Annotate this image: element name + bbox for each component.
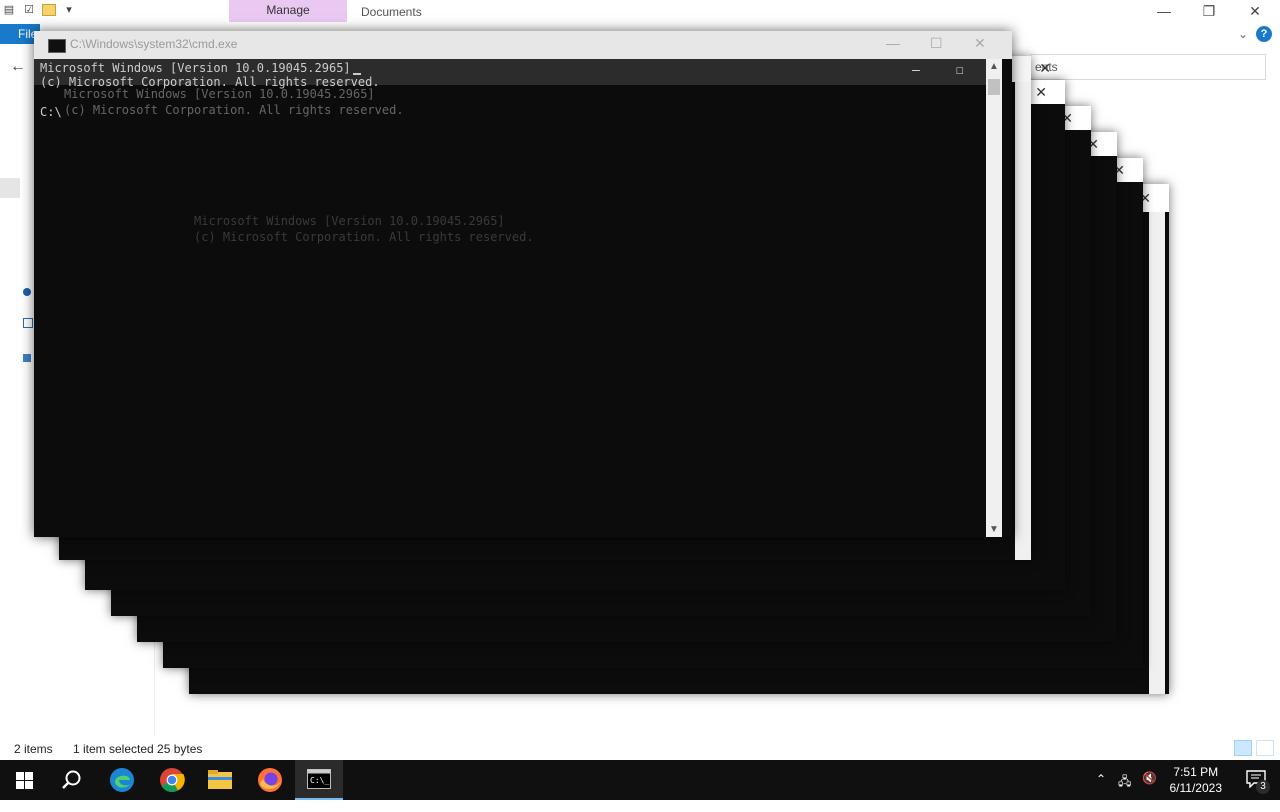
close-button[interactable]: ✕ [974,35,986,52]
console-prompt-fragment: C:\ [40,105,62,119]
nav-selected-item[interactable] [0,178,20,198]
search-button[interactable] [48,760,96,800]
cmd-window-title: C:\Windows\system32\cmd.exe [70,37,238,51]
cmd-icon: C:\_ [307,769,331,789]
firefox-button[interactable] [246,760,294,800]
windows-logo-icon [15,771,33,789]
minimize-button[interactable]: — [1141,0,1187,22]
chevron-down-icon[interactable]: ⌄ [1238,27,1248,41]
cmd-titlebar[interactable]: C:\Windows\system32\cmd.exe — ☐ ✕ [34,31,1012,59]
console-echo-line-1: Microsoft Windows [Version 10.0.19045.29… [64,87,375,101]
file-explorer-icon [208,770,232,789]
ribbon-manage-tab[interactable]: Manage [229,0,347,22]
properties-icon[interactable]: ▤ [2,3,16,17]
status-bar: 2 items 1 item selected 25 bytes [0,738,1280,760]
cmd-taskbar-button[interactable]: C:\_ [295,760,343,800]
close-button[interactable]: ✕ [1039,60,1051,77]
clock-date: 6/11/2023 [1169,781,1223,795]
customize-toolbar-icon[interactable]: ▾ [62,3,76,17]
console-line-1: Microsoft Windows [Version 10.0.19045.29… [40,61,361,75]
start-button[interactable] [0,760,48,800]
cmd-icon [48,39,66,53]
item-count: 2 items [14,742,53,756]
scroll-down-icon[interactable]: ▼ [989,524,999,535]
firefox-icon [258,768,282,792]
this-pc-icon[interactable] [23,318,33,328]
clock[interactable]: 7:51 PM 6/11/2023 [1170,764,1223,796]
explorer-titlebar: ▤ ☑ ▾ Manage Documents — ❐ ✕ [0,0,1280,24]
cmd-window[interactable]: C:\Windows\system32\cmd.exe — ☐ ✕ — ☐ Mi… [34,31,1012,537]
scrollbar-thumb[interactable] [988,79,1000,95]
console-echo-line-2: (c) Microsoft Corporation. All rights re… [64,103,404,117]
window-title: Documents [361,5,422,19]
edge-icon [110,768,134,792]
back-arrow-icon[interactable]: ← [10,58,26,76]
onedrive-icon[interactable] [23,288,31,296]
search-icon [62,770,81,789]
network-icon[interactable]: 🖧 [1118,772,1131,812]
show-hidden-icons-icon[interactable]: ⌃ [1096,772,1106,812]
chrome-button[interactable] [148,760,196,800]
maximize-button[interactable]: ☐ [930,35,943,52]
notification-count-badge: 3 [1256,780,1270,794]
close-button[interactable]: ✕ [1232,0,1278,22]
scroll-up-icon[interactable]: ▲ [989,61,999,72]
minimize-button[interactable]: — [886,35,900,51]
edge-button[interactable] [98,760,146,800]
console-ghost-line-2: (c) Microsoft Corporation. All rights re… [194,230,534,244]
volume-muted-icon[interactable]: 🔇 [1142,771,1157,811]
quick-access-toolbar: ▤ ☑ ▾ [2,3,76,17]
search-input[interactable]: ents [1030,54,1266,80]
clock-time: 7:51 PM [1173,765,1219,779]
selection-info: 1 item selected 25 bytes [73,742,203,756]
console-output[interactable]: — ☐ Microsoft Windows [Version 10.0.1904… [34,59,986,537]
details-view-icon[interactable] [1234,740,1252,756]
scrollbar[interactable] [1149,212,1165,694]
network-icon[interactable] [23,354,31,362]
chrome-icon [160,768,185,793]
restore-button[interactable]: ❐ [1186,0,1232,22]
maximize-button[interactable]: ☐ [956,63,964,78]
scrollbar[interactable] [1015,82,1031,560]
new-folder-icon[interactable] [42,4,56,16]
file-explorer-button[interactable] [196,760,244,800]
action-center-button[interactable]: 3 [1246,770,1270,794]
minimize-button[interactable]: — [912,63,920,78]
console-ghost-line-1: Microsoft Windows [Version 10.0.19045.29… [194,214,505,228]
svg-text:C:\_: C:\_ [310,776,329,785]
help-icon[interactable]: ? [1256,26,1272,42]
taskbar: C:\_ ⌃ 🖧 🔇 7:51 PM 6/11/2023 3 [0,760,1280,800]
large-icons-view-icon[interactable] [1256,740,1274,756]
ribbon-right-controls: ⌄ ? [1238,26,1272,42]
checkmark-icon[interactable]: ☑ [22,3,36,17]
scrollbar[interactable]: ▲ ▼ [986,59,1002,537]
close-button[interactable]: ✕ [1035,84,1047,101]
